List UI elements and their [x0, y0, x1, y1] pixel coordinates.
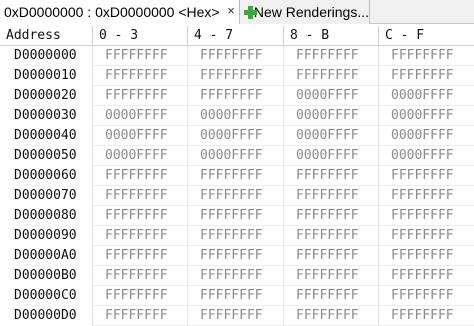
table-row: D00000C0 FFFFFFFF FFFFFFFF FFFFFFFF FFFF… [0, 286, 474, 306]
table-row: D0000000 FFFFFFFF FFFFFFFF FFFFFFFF FFFF… [0, 46, 474, 66]
value-cell[interactable]: FFFFFFFF [93, 286, 188, 306]
value-cell[interactable]: FFFFFFFF [93, 246, 188, 266]
column-header-address[interactable]: Address [0, 26, 93, 46]
value-cell[interactable]: FFFFFFFF [188, 226, 284, 246]
address-cell: D0000050 [0, 146, 93, 166]
address-cell: D00000B0 [0, 266, 93, 286]
address-cell: D0000080 [0, 206, 93, 226]
value-cell[interactable]: 0000FFFF [93, 126, 188, 146]
address-cell: D00000A0 [0, 246, 93, 266]
table-row: D0000010 FFFFFFFF FFFFFFFF FFFFFFFF FFFF… [0, 66, 474, 86]
address-cell: D00000D0 [0, 306, 93, 326]
value-cell[interactable]: 0000FFFF [188, 126, 284, 146]
address-cell: D0000040 [0, 126, 93, 146]
value-cell[interactable]: 0000FFFF [188, 146, 284, 166]
value-cell[interactable]: FFFFFFFF [188, 306, 284, 326]
value-cell[interactable]: FFFFFFFF [284, 226, 379, 246]
table-row: D0000090 FFFFFFFF FFFFFFFF FFFFFFFF FFFF… [0, 226, 474, 246]
value-cell[interactable]: FFFFFFFF [93, 166, 188, 186]
value-cell[interactable]: FFFFFFFF [284, 246, 379, 266]
value-cell[interactable]: 0000FFFF [284, 126, 379, 146]
close-icon[interactable]: × [224, 4, 238, 18]
table-row: D0000020 FFFFFFFF FFFFFFFF 0000FFFF 0000… [0, 86, 474, 106]
value-cell[interactable]: 0000FFFF [284, 106, 379, 126]
column-header-0-3[interactable]: 0 - 3 [93, 26, 188, 46]
value-cell[interactable]: FFFFFFFF [188, 66, 284, 86]
value-cell[interactable]: FFFFFFFF [284, 66, 379, 86]
address-cell: D0000070 [0, 186, 93, 206]
new-renderings-tab[interactable]: New Renderings... [240, 0, 370, 24]
column-header-4-7[interactable]: 4 - 7 [188, 26, 284, 46]
column-header-c-f[interactable]: C - F [379, 26, 474, 46]
value-cell[interactable]: FFFFFFFF [284, 46, 379, 66]
tab-bar: 0xD0000000 : 0xD0000000 <Hex> × New Rend… [0, 0, 474, 24]
new-renderings-label: New Renderings... [253, 4, 369, 20]
value-cell[interactable]: FFFFFFFF [284, 206, 379, 226]
plus-icon [244, 5, 257, 19]
address-cell: D0000000 [0, 46, 93, 66]
column-header-row: Address 0 - 3 4 - 7 8 - B C - F [0, 26, 474, 46]
value-cell[interactable]: FFFFFFFF [188, 46, 284, 66]
value-cell[interactable]: FFFFFFFF [379, 226, 474, 246]
value-cell[interactable]: FFFFFFFF [188, 166, 284, 186]
value-cell[interactable]: FFFFFFFF [188, 186, 284, 206]
value-cell[interactable]: FFFFFFFF [188, 246, 284, 266]
address-cell: D00000C0 [0, 286, 93, 306]
value-cell[interactable]: FFFFFFFF [379, 306, 474, 326]
value-cell[interactable]: FFFFFFFF [379, 66, 474, 86]
value-cell[interactable]: 0000FFFF [93, 106, 188, 126]
value-cell[interactable]: FFFFFFFF [188, 266, 284, 286]
value-cell[interactable]: FFFFFFFF [93, 46, 188, 66]
value-cell[interactable]: 0000FFFF [379, 126, 474, 146]
value-cell[interactable]: FFFFFFFF [284, 166, 379, 186]
tab-hex-rendering-label: 0xD0000000 : 0xD0000000 <Hex> [4, 4, 220, 20]
table-row: D0000040 0000FFFF 0000FFFF 0000FFFF 0000… [0, 126, 474, 146]
value-cell[interactable]: FFFFFFFF [93, 266, 188, 286]
table-row: D0000050 0000FFFF 0000FFFF 0000FFFF 0000… [0, 146, 474, 166]
value-cell[interactable]: 0000FFFF [284, 146, 379, 166]
tab-hex-rendering[interactable]: 0xD0000000 : 0xD0000000 <Hex> × [0, 0, 240, 24]
value-cell[interactable]: FFFFFFFF [284, 186, 379, 206]
value-cell[interactable]: 0000FFFF [93, 146, 188, 166]
value-cell[interactable]: FFFFFFFF [284, 306, 379, 326]
value-cell[interactable]: FFFFFFFF [93, 186, 188, 206]
value-cell[interactable]: FFFFFFFF [379, 166, 474, 186]
address-cell: D0000030 [0, 106, 93, 126]
value-cell[interactable]: FFFFFFFF [379, 246, 474, 266]
value-cell[interactable]: FFFFFFFF [379, 206, 474, 226]
memory-grid[interactable]: Address 0 - 3 4 - 7 8 - B C - F D0000000… [0, 26, 474, 326]
value-cell[interactable]: FFFFFFFF [379, 266, 474, 286]
value-cell[interactable]: FFFFFFFF [93, 226, 188, 246]
table-row: D0000060 FFFFFFFF FFFFFFFF FFFFFFFF FFFF… [0, 166, 474, 186]
value-cell[interactable]: FFFFFFFF [188, 286, 284, 306]
address-cell: D0000090 [0, 226, 93, 246]
value-cell[interactable]: FFFFFFFF [93, 306, 188, 326]
value-cell[interactable]: FFFFFFFF [93, 86, 188, 106]
address-cell: D0000010 [0, 66, 93, 86]
value-cell[interactable]: FFFFFFFF [284, 286, 379, 306]
table-row: D0000070 FFFFFFFF FFFFFFFF FFFFFFFF FFFF… [0, 186, 474, 206]
table-row: D0000030 0000FFFF 0000FFFF 0000FFFF 0000… [0, 106, 474, 126]
value-cell[interactable]: FFFFFFFF [284, 266, 379, 286]
value-cell[interactable]: 0000FFFF [284, 86, 379, 106]
value-cell[interactable]: FFFFFFFF [188, 206, 284, 226]
value-cell[interactable]: FFFFFFFF [379, 186, 474, 206]
value-cell[interactable]: FFFFFFFF [379, 286, 474, 306]
value-cell[interactable]: FFFFFFFF [379, 46, 474, 66]
value-cell[interactable]: 0000FFFF [379, 86, 474, 106]
value-cell[interactable]: 0000FFFF [379, 146, 474, 166]
value-cell[interactable]: FFFFFFFF [93, 206, 188, 226]
value-cell[interactable]: FFFFFFFF [93, 66, 188, 86]
table-row: D00000D0 FFFFFFFF FFFFFFFF FFFFFFFF FFFF… [0, 306, 474, 326]
value-cell[interactable]: FFFFFFFF [188, 86, 284, 106]
address-cell: D0000020 [0, 86, 93, 106]
column-header-8-b[interactable]: 8 - B [284, 26, 379, 46]
table-row: D0000080 FFFFFFFF FFFFFFFF FFFFFFFF FFFF… [0, 206, 474, 226]
table-row: D00000A0 FFFFFFFF FFFFFFFF FFFFFFFF FFFF… [0, 246, 474, 266]
value-cell[interactable]: 0000FFFF [379, 106, 474, 126]
value-cell[interactable]: 0000FFFF [188, 106, 284, 126]
address-cell: D0000060 [0, 166, 93, 186]
table-row: D00000B0 FFFFFFFF FFFFFFFF FFFFFFFF FFFF… [0, 266, 474, 286]
